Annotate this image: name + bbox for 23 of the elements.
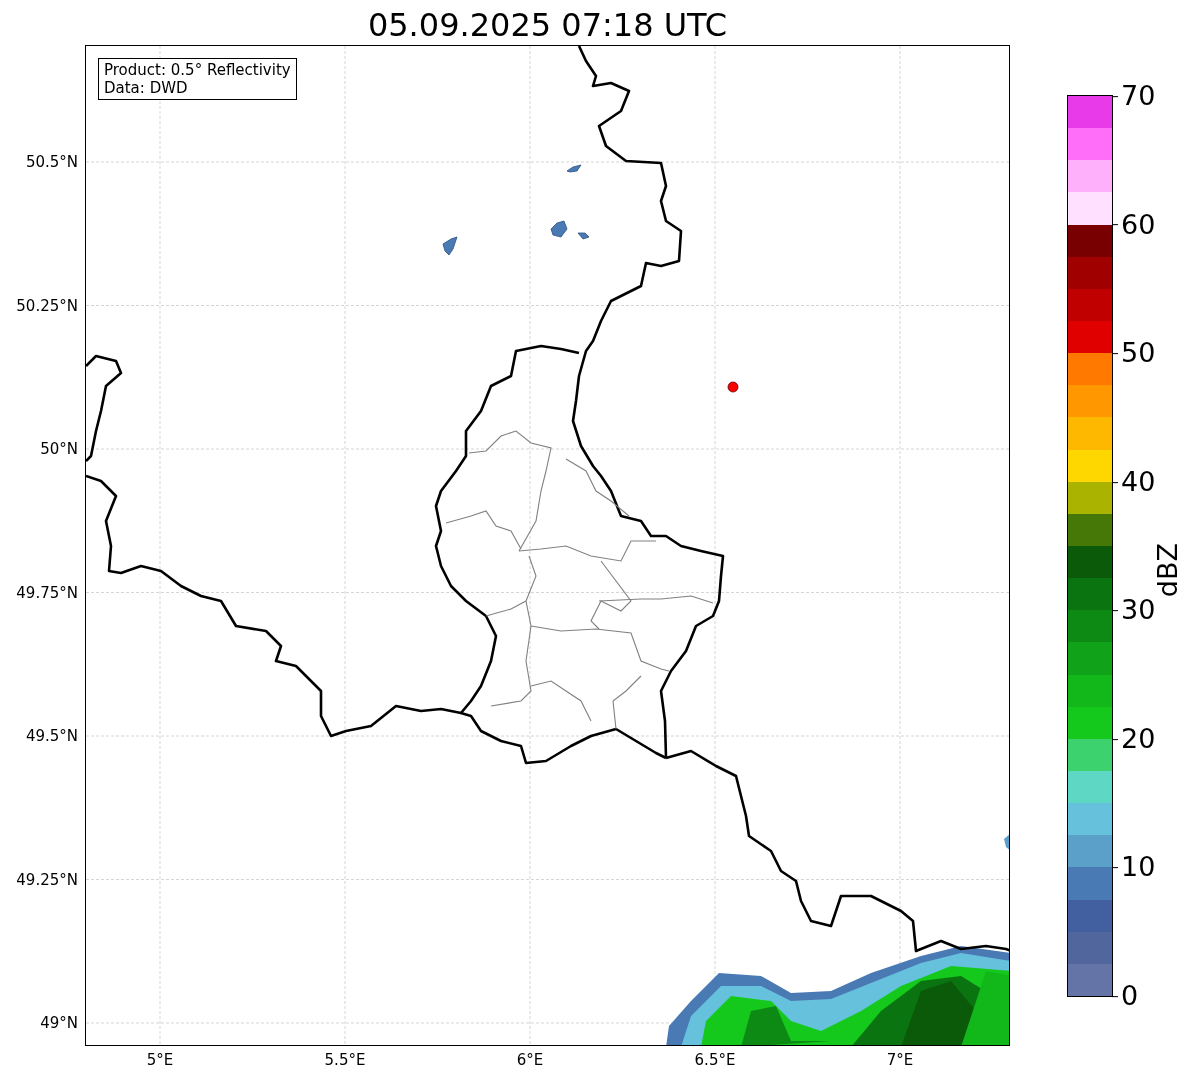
longitude-label: 6°E xyxy=(516,1051,544,1069)
latitude-label: 49°N xyxy=(40,1014,78,1032)
latitude-label: 49.25°N xyxy=(16,870,78,889)
colorbar-tick-label: 0 xyxy=(1112,979,1139,1013)
longitude-label: 5.5°E xyxy=(324,1051,366,1069)
colorbar-tick-label: 50 xyxy=(1112,336,1156,370)
longitude-label: 7°E xyxy=(886,1051,914,1069)
colorbar-tick-label: 60 xyxy=(1112,207,1156,242)
longitude-label: 5°E xyxy=(146,1051,174,1069)
latitude-label: 49.5°N xyxy=(25,727,78,745)
chart-title: 05.09.2025 07:18 UTC xyxy=(366,5,729,45)
info-text: Product: 0.5° Reflectivity xyxy=(104,61,291,79)
latitude-label: 49.75°N xyxy=(16,583,78,602)
radar-site-marker xyxy=(727,381,739,393)
latitude-label: 50.25°N xyxy=(16,296,78,315)
colorbar-tick-label: 10 xyxy=(1112,850,1156,885)
info-text: Data: DWD xyxy=(104,79,189,97)
colorbar-tick-label: 70 xyxy=(1112,79,1156,113)
colorbar-tick-label: 20 xyxy=(1112,721,1156,756)
colorbar-tick-label: 40 xyxy=(1112,464,1156,499)
longitude-label: 6.5°E xyxy=(694,1051,736,1069)
latitude-label: 50°N xyxy=(40,440,78,458)
latitude-label: 50.5°N xyxy=(25,153,78,171)
